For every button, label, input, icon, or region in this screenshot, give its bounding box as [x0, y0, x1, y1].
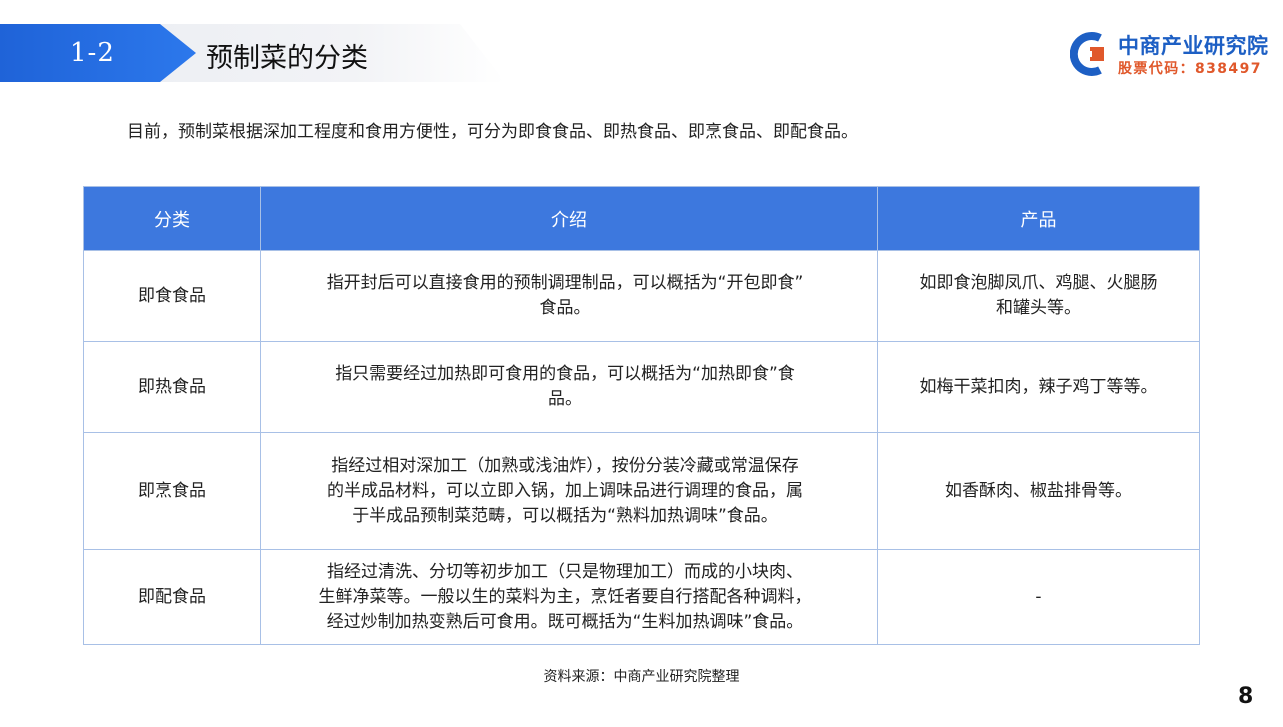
- description-line: 食品。: [539, 298, 591, 318]
- section-number-badge: 1-2: [0, 24, 196, 82]
- row-description: 指只需要经过加热即可食用的食品，可以概括为“加热即食”食 品。: [260, 341, 878, 433]
- products-line: 和罐头等。: [996, 298, 1081, 318]
- row-description: 指经过相对深加工（加熟或浅油炸），按份分装冷藏或常温保存 的半成品材料，可以立即…: [260, 432, 878, 550]
- row-category: 即热食品: [83, 341, 261, 433]
- row-products: -: [877, 549, 1200, 645]
- products-line: -: [1035, 586, 1042, 607]
- source-note: 资料来源：中商产业研究院整理: [543, 669, 740, 685]
- row-description: 指经过清洗、分切等初步加工（只是物理加工）而成的小块肉、 生鲜净菜等。一般以生的…: [260, 549, 878, 645]
- page-number: 8: [1238, 684, 1254, 709]
- products-line: 如香酥肉、椒盐排骨等。: [945, 480, 1132, 501]
- row-description: 指开封后可以直接食用的预制调理制品，可以概括为“开包即食” 食品。: [260, 250, 878, 342]
- description-line: 经过炒制加热变熟后可食用。既可概括为“生料加热调味”食品。: [326, 611, 804, 632]
- logo-c-icon: [1070, 32, 1104, 76]
- description-line: 指只需要经过加热即可食用的食品，可以概括为“加热即食”食: [335, 364, 795, 384]
- row-products: 如香酥肉、椒盐排骨等。: [877, 432, 1200, 550]
- table-row: 即热食品 指只需要经过加热即可食用的食品，可以概括为“加热即食”食 品。 如梅干…: [83, 341, 1200, 433]
- table-row: 即食食品 指开封后可以直接食用的预制调理制品，可以概括为“开包即食” 食品。 如…: [83, 250, 1200, 342]
- description-line: 品。: [548, 389, 582, 409]
- description-line: 指开封后可以直接食用的预制调理制品，可以概括为“开包即食”: [326, 273, 804, 293]
- header-category: 分类: [83, 186, 261, 251]
- logo-name: 中商产业研究院: [1118, 34, 1269, 58]
- logo-stock-code: 股票代码：838497: [1118, 61, 1262, 77]
- description-line: 的半成品材料，可以立即入锅，加上调味品进行调理的食品，属: [327, 480, 803, 501]
- table-row: 即配食品 指经过清洗、分切等初步加工（只是物理加工）而成的小块肉、 生鲜净菜等。…: [83, 549, 1200, 645]
- description-line: 指经过相对深加工（加熟或浅油炸），按份分装冷藏或常温保存: [331, 455, 799, 476]
- company-logo: 中商产业研究院 股票代码：838497: [1070, 28, 1268, 80]
- row-category: 即配食品: [83, 549, 261, 645]
- table-row: 即烹食品 指经过相对深加工（加熟或浅油炸），按份分装冷藏或常温保存 的半成品材料…: [83, 432, 1200, 550]
- description-line: 指经过清洗、分切等初步加工（只是物理加工）而成的小块肉、: [327, 561, 803, 582]
- row-products: 如即食泡脚凤爪、鸡腿、火腿肠 和罐头等。: [877, 250, 1200, 342]
- products-line: 如梅干菜扣肉，辣子鸡丁等等。: [919, 376, 1158, 397]
- row-category: 即烹食品: [83, 432, 261, 550]
- row-products: 如梅干菜扣肉，辣子鸡丁等等。: [877, 341, 1200, 433]
- products-line: 如即食泡脚凤爪、鸡腿、火腿肠: [919, 273, 1158, 293]
- intro-text: 目前，预制菜根据深加工程度和食用方便性，可分为即食食品、即热食品、即烹食品、即配…: [127, 122, 858, 142]
- table-header-row: 分类 介绍 产品: [83, 186, 1200, 251]
- description-line: 于半成品预制菜范畴，可以概括为“熟料加热调味”食品。: [352, 505, 778, 526]
- description-line: 生鲜净菜等。一般以生的菜料为主，烹饪者要自行搭配各种调料，: [318, 586, 812, 607]
- page-title: 预制菜的分类: [206, 43, 368, 74]
- header-description: 介绍: [260, 186, 878, 251]
- classification-table: 分类 介绍 产品 即食食品 指开封后可以直接食用的预制调理制品，可以概括为“开包…: [83, 186, 1200, 645]
- header-products: 产品: [877, 186, 1200, 251]
- row-category: 即食食品: [83, 250, 261, 342]
